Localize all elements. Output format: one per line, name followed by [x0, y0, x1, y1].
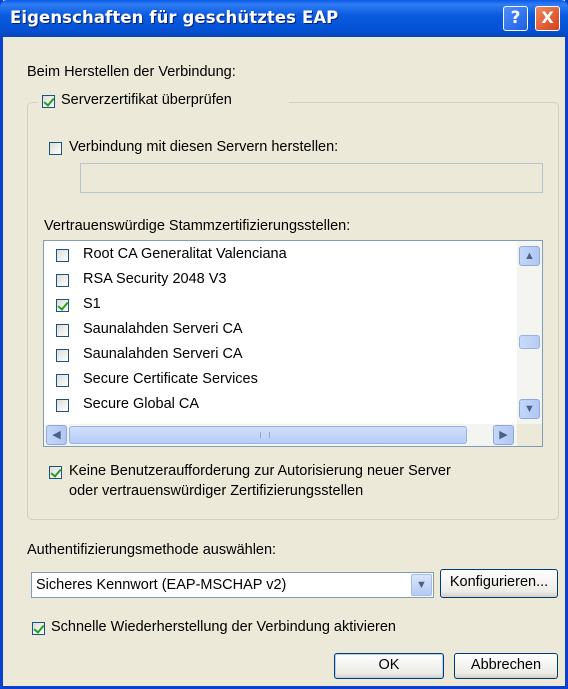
connect-servers-checkbox[interactable] [49, 142, 62, 155]
ca-item-checkbox[interactable] [56, 249, 69, 262]
verify-cert-label[interactable]: Serverzertifikat überprüfen [61, 92, 232, 108]
close-icon: X [541, 8, 554, 27]
help-icon: ? [510, 8, 521, 28]
ok-button[interactable]: OK [334, 653, 444, 679]
ca-item-label: Secure Global CA [83, 396, 200, 412]
ca-item-label: Saunalahden Serveri CA [83, 321, 243, 337]
horizontal-scroll-thumb[interactable] [69, 426, 467, 444]
title-bar[interactable]: Eigenschaften für geschütztes EAP ? X [0, 0, 568, 37]
ca-item-checkbox[interactable] [56, 349, 69, 362]
ca-item-label: RSA Security 2048 V3 [83, 271, 227, 287]
chevron-down-icon: ▼ [524, 403, 535, 415]
dropdown-button[interactable]: ▼ [411, 574, 432, 596]
auth-method-value: Sicheres Kennwort (EAP-MSCHAP v2) [36, 577, 287, 593]
scroll-up-button[interactable]: ▲ [519, 246, 540, 266]
server-names-input[interactable] [80, 163, 543, 193]
chevron-right-icon: ▶ [499, 429, 508, 441]
close-button[interactable]: X [535, 6, 560, 31]
scrollbar-corner [517, 424, 542, 446]
ca-item-label: Saunalahden Serveri CA [83, 346, 243, 362]
ca-item-checkbox[interactable] [56, 374, 69, 387]
scroll-down-button[interactable]: ▼ [519, 399, 540, 419]
ca-item-checkbox[interactable] [56, 399, 69, 412]
connection-heading: Beim Herstellen der Verbindung: [27, 64, 236, 80]
no-prompt-checkbox[interactable] [49, 466, 62, 479]
verify-cert-checkbox[interactable] [42, 95, 55, 108]
ca-item-checkbox[interactable] [56, 324, 69, 337]
connect-servers-label[interactable]: Verbindung mit diesen Servern herstellen… [69, 139, 338, 155]
help-button[interactable]: ? [503, 6, 528, 31]
auth-method-heading: Authentifizierungsmethode auswählen: [27, 542, 277, 558]
fast-reconnect-checkbox[interactable] [32, 622, 45, 635]
no-prompt-label-line1[interactable]: Keine Benutzeraufforderung zur Autorisie… [69, 463, 451, 479]
ca-item-label: Root CA Generalitat Valenciana [83, 246, 287, 262]
scroll-right-button[interactable]: ▶ [493, 425, 514, 445]
groupbox-caption: Serverzertifikat überprüfen [37, 92, 289, 112]
scroll-grip-icon [260, 432, 270, 438]
ca-item-label: S1 [83, 296, 101, 312]
chevron-left-icon: ◀ [52, 429, 61, 441]
eap-properties-dialog: Eigenschaften für geschütztes EAP ? X Be… [0, 0, 568, 689]
configure-button[interactable]: Konfigurieren... [440, 569, 558, 598]
trusted-ca-list[interactable]: Root CA Generalitat Valenciana RSA Securi… [43, 240, 543, 447]
horizontal-scrollbar[interactable]: ◀ ▶ [44, 424, 517, 446]
window-title: Eigenschaften für geschütztes EAP [10, 8, 339, 27]
fast-reconnect-label[interactable]: Schnelle Wiederherstellung der Verbindun… [51, 619, 396, 635]
chevron-up-icon: ▲ [524, 250, 535, 262]
cancel-button[interactable]: Abbrechen [454, 653, 558, 679]
scroll-left-button[interactable]: ◀ [46, 425, 67, 445]
ca-item-checkbox[interactable] [56, 274, 69, 287]
vertical-scrollbar[interactable]: ▲ ▼ [517, 241, 542, 424]
trusted-ca-heading: Vertrauenswürdige Stammzertifizierungsst… [44, 218, 351, 234]
chevron-down-icon: ▼ [416, 579, 427, 591]
ca-item-checkbox[interactable] [56, 299, 69, 312]
ca-item-label: Secure Certificate Services [83, 371, 258, 387]
auth-method-select[interactable]: Sicheres Kennwort (EAP-MSCHAP v2) ▼ [31, 572, 434, 598]
no-prompt-label-line2[interactable]: oder vertrauenswürdiger Zertifizierungss… [69, 483, 363, 499]
vertical-scroll-thumb[interactable] [519, 335, 540, 349]
